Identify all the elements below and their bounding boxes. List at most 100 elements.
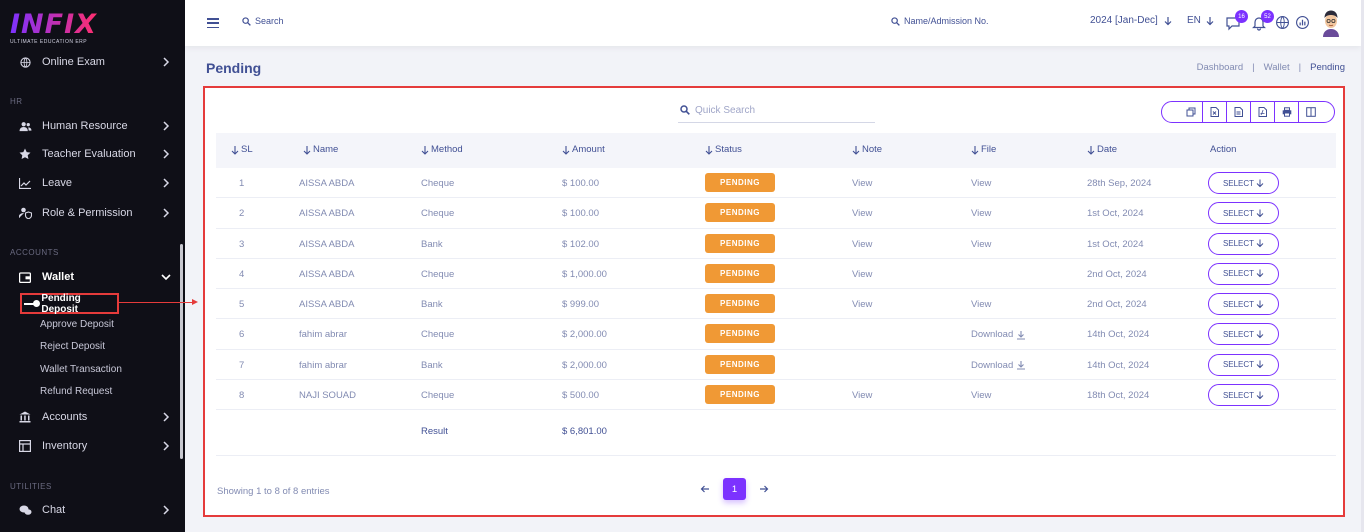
language-selector[interactable]: EN (1187, 15, 1215, 26)
arrow-down-icon (1256, 391, 1264, 399)
sidebar-subitem-approve-deposit[interactable]: Approve Deposit (40, 319, 114, 330)
session-selector[interactable]: 2024 [Jan-Dec] (1090, 15, 1173, 26)
inventory-icon (18, 439, 32, 453)
cell-note[interactable]: View (852, 269, 872, 280)
file-link-label: View (971, 208, 992, 220)
select-action-label: SELECT (1222, 269, 1255, 279)
cell-note[interactable]: View (852, 178, 872, 189)
column-header-file[interactable]: File (971, 144, 996, 155)
sidebar-item-wallet[interactable]: Wallet (18, 267, 176, 287)
select-action-button[interactable]: SELECT (1208, 384, 1279, 407)
table-row: 8 NAJI SOUAD Cheque $ 500.00 PENDING View View… (216, 380, 1336, 411)
chevron-right-icon (163, 57, 170, 67)
excel-button[interactable] (1203, 102, 1227, 122)
file-view-link[interactable]: View (971, 299, 991, 310)
copy-button[interactable] (1179, 102, 1203, 122)
cell-amount: $ 1,000.00 (562, 268, 607, 280)
top-search[interactable]: Search (242, 16, 284, 26)
logo[interactable]: INFIX ULTIMATE EDUCATION ERP (10, 11, 97, 45)
file-view-link[interactable]: View (971, 208, 991, 219)
globe-icon (1276, 16, 1289, 29)
cell-note[interactable]: View (852, 208, 872, 219)
sidebar-item-role-permission[interactable]: Role & Permission (18, 203, 176, 223)
cell-note[interactable]: View (852, 299, 872, 310)
sort-arrow-icon (1087, 145, 1095, 155)
sidebar-item-label: Chat (42, 504, 66, 516)
sidebar-item-teacher-evaluation[interactable]: Teacher Evaluation (18, 144, 176, 164)
cell-name: AISSA ABDA (299, 208, 355, 220)
table-row: 4 AISSA ABDA Cheque $ 1,000.00 PENDING View 2n… (216, 259, 1336, 290)
cell-date: 14th Oct, 2024 (1087, 359, 1150, 371)
download-icon (1017, 361, 1026, 370)
pdf-button[interactable] (1251, 102, 1275, 122)
analytics-icon (1296, 16, 1309, 29)
sidebar-item-accounts[interactable]: Accounts (18, 407, 176, 427)
export-button-group (1161, 101, 1335, 123)
breadcrumb-dashboard[interactable]: Dashboard (1197, 62, 1243, 73)
quick-search-input[interactable]: Quick Search (678, 98, 875, 123)
select-action-button[interactable]: SELECT (1208, 293, 1279, 316)
sidebar-item-inventory[interactable]: Inventory (18, 436, 176, 456)
sidebar-subitem-wallet-transaction[interactable]: Wallet Transaction (40, 364, 122, 375)
sidebar-item-chat[interactable]: Chat (18, 500, 176, 520)
sidebar-subitem-pending-deposit[interactable]: Pending Deposit (20, 293, 119, 315)
select-action-button[interactable]: SELECT (1208, 202, 1279, 225)
cell-amount: $ 102.00 (562, 238, 599, 250)
sidebar-item-online-exam[interactable]: Online Exam (18, 52, 176, 72)
select-action-label: SELECT (1222, 208, 1255, 218)
sidebar-subitem-reject-deposit[interactable]: Reject Deposit (40, 341, 105, 352)
select-action-button[interactable]: SELECT (1208, 353, 1279, 376)
next-page-button[interactable] (754, 478, 774, 500)
file-download-link[interactable]: Download (971, 329, 1026, 340)
menu-icon[interactable] (207, 18, 219, 29)
wallet-icon (18, 270, 32, 284)
website-button[interactable] (1275, 15, 1291, 31)
columns-button[interactable] (1299, 102, 1323, 122)
select-action-button[interactable]: SELECT (1208, 262, 1279, 285)
sidebar-item-leave[interactable]: Leave (18, 173, 176, 193)
file-download-link[interactable]: Download (971, 360, 1026, 371)
csv-button[interactable] (1227, 102, 1251, 122)
notifications-button[interactable]: 52 (1251, 10, 1274, 31)
file-view-link[interactable]: View (971, 239, 991, 250)
select-action-button[interactable]: SELECT (1208, 323, 1279, 346)
select-action-button[interactable]: SELECT (1208, 232, 1279, 255)
user-avatar[interactable] (1320, 9, 1342, 37)
column-header-sl[interactable]: SL (231, 144, 253, 155)
notifications-badge: 52 (1261, 10, 1274, 23)
column-header-amount[interactable]: Amount (562, 144, 605, 155)
copy-icon (1186, 107, 1195, 117)
file-view-link[interactable]: View (971, 178, 991, 189)
column-header-method[interactable]: Method (421, 144, 463, 155)
analytics-button[interactable] (1295, 15, 1311, 31)
print-button[interactable] (1275, 102, 1299, 122)
cell-note[interactable]: View (852, 239, 872, 250)
top-bar: Search Name/Admission No. 2024 [Jan-Dec]… (185, 0, 1361, 46)
sidebar-item-human-resource[interactable]: Human Resource (18, 116, 176, 136)
arrow-down-icon (1164, 16, 1172, 25)
admission-search[interactable]: Name/Admission No. (891, 16, 989, 26)
cell-date: 28th Sep, 2024 (1087, 178, 1152, 189)
column-header-label: Method (431, 144, 463, 155)
cell-note[interactable]: View (852, 390, 872, 401)
csv-file-icon (1234, 107, 1243, 117)
table-row: 5 AISSA ABDA Bank $ 999.00 PENDING View View 2n… (216, 289, 1336, 320)
column-header-note[interactable]: Note (852, 144, 882, 155)
column-header-date[interactable]: Date (1087, 144, 1117, 155)
breadcrumb-wallet[interactable]: Wallet (1264, 62, 1290, 73)
previous-page-button[interactable] (695, 478, 715, 500)
cell-sl: 3 (239, 238, 245, 250)
sidebar-scrollbar[interactable] (180, 244, 183, 459)
status-badge: PENDING (705, 263, 775, 283)
select-action-button[interactable]: SELECT (1208, 172, 1279, 194)
messages-button[interactable]: 16 (1225, 10, 1248, 31)
column-header-name[interactable]: Name (303, 144, 338, 155)
column-header-status[interactable]: Status (705, 144, 742, 155)
language-value: EN (1187, 15, 1201, 26)
arrow-down-icon (1256, 269, 1264, 278)
column-header-label: Date (1097, 144, 1118, 155)
file-view-link[interactable]: View (971, 390, 991, 401)
cell-method: Bank (421, 299, 443, 311)
page-number-button[interactable]: 1 (723, 478, 746, 500)
sidebar-subitem-refund-request[interactable]: Refund Request (40, 386, 112, 397)
